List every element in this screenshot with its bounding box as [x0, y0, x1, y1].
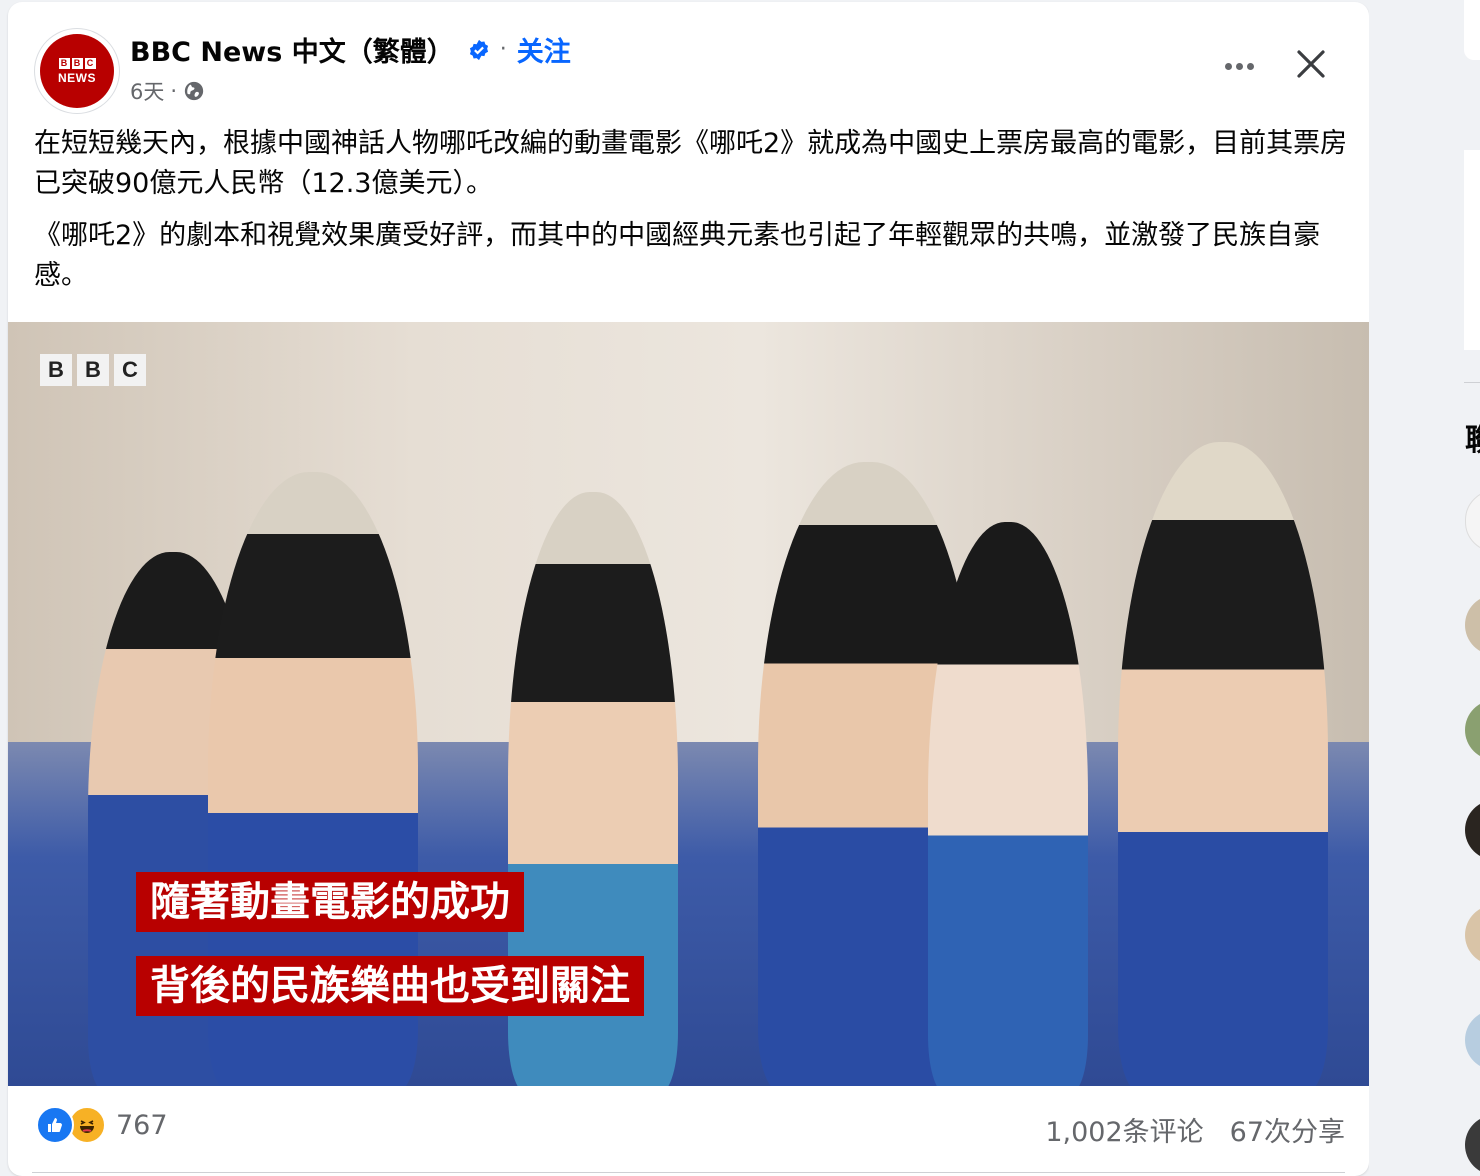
video-figure	[1118, 442, 1328, 1086]
right-sidebar: 聯	[1369, 0, 1480, 1176]
sidebar-card	[1464, 0, 1480, 60]
post-timestamp[interactable]: 6天	[130, 76, 164, 106]
contact-avatar[interactable]	[1465, 800, 1480, 860]
sidebar-card	[1464, 150, 1480, 350]
post-message: 在短短幾天內，根據中國神話人物哪吒改編的動畫電影《哪吒2》就成為中國史上票房最高…	[34, 124, 1354, 308]
more-options-button[interactable]	[1213, 40, 1265, 92]
contact-avatar[interactable]	[1465, 700, 1480, 760]
reactions-summary[interactable]: 767	[36, 1106, 168, 1144]
more-icon-dot	[1246, 62, 1254, 70]
page-avatar[interactable]: B B C NEWS	[34, 28, 120, 114]
follow-button[interactable]: 关注	[517, 30, 571, 69]
video-player[interactable]: B B C 隨著動畫電影的成功 背後的民族樂曲也受到關注	[8, 322, 1369, 1086]
post-stats: 1,002条评论 67次分享	[1045, 1110, 1345, 1149]
comments-count[interactable]: 1,002条评论	[1045, 1110, 1203, 1149]
video-caption-line-2: 背後的民族樂曲也受到關注	[136, 956, 644, 1016]
contact-avatar[interactable]	[1465, 595, 1480, 655]
video-caption-line-1: 隨著動畫電影的成功	[136, 872, 524, 932]
watermark-letter: B	[40, 354, 72, 386]
sidebar-divider	[1464, 382, 1480, 383]
contact-avatar[interactable]	[1465, 905, 1480, 965]
separator-dot: ·	[499, 37, 507, 62]
logo-word: NEWS	[58, 70, 96, 85]
post-meta: 6天 ·	[130, 76, 205, 106]
bbc-news-logo: B B C NEWS	[40, 34, 114, 108]
meta-separator: ·	[170, 79, 178, 103]
page-name-link[interactable]: BBC News 中文（繁體）	[130, 30, 454, 69]
more-icon	[1224, 62, 1232, 70]
watermark-letter: C	[114, 354, 146, 386]
verified-badge-icon	[469, 39, 488, 60]
bbc-watermark: B B C	[40, 354, 146, 386]
close-button[interactable]	[1285, 38, 1337, 90]
contact-avatar[interactable]	[1465, 490, 1480, 552]
watermark-letter: B	[77, 354, 109, 386]
sidebar-section-label: 聯	[1465, 415, 1480, 459]
globe-icon[interactable]	[183, 80, 205, 102]
contact-avatar[interactable]	[1465, 1010, 1480, 1070]
post-header: BBC News 中文（繁體） · 关注	[130, 30, 571, 69]
post-card: B B C NEWS BBC News 中文（繁體） · 关注 6天 · 在短短…	[8, 2, 1369, 1176]
contact-avatar[interactable]	[1465, 1115, 1480, 1175]
close-icon	[1297, 50, 1325, 78]
like-reaction-icon	[36, 1106, 74, 1144]
logo-letter: B	[71, 57, 83, 69]
video-figure	[928, 522, 1088, 1086]
shares-count[interactable]: 67次分享	[1230, 1110, 1345, 1149]
post-paragraph-2: 《哪吒2》的劇本和視覺效果廣受好評，而其中的中國經典元素也引起了年輕觀眾的共鳴，…	[34, 220, 1321, 291]
footer-divider	[32, 1172, 1345, 1173]
post-paragraph-1: 在短短幾天內，根據中國神話人物哪吒改編的動畫電影《哪吒2》就成為中國史上票房最高…	[34, 128, 1348, 199]
logo-letter: C	[84, 57, 96, 69]
more-icon-dot	[1235, 62, 1243, 70]
logo-letter: B	[58, 57, 70, 69]
reaction-count: 767	[116, 1109, 168, 1141]
